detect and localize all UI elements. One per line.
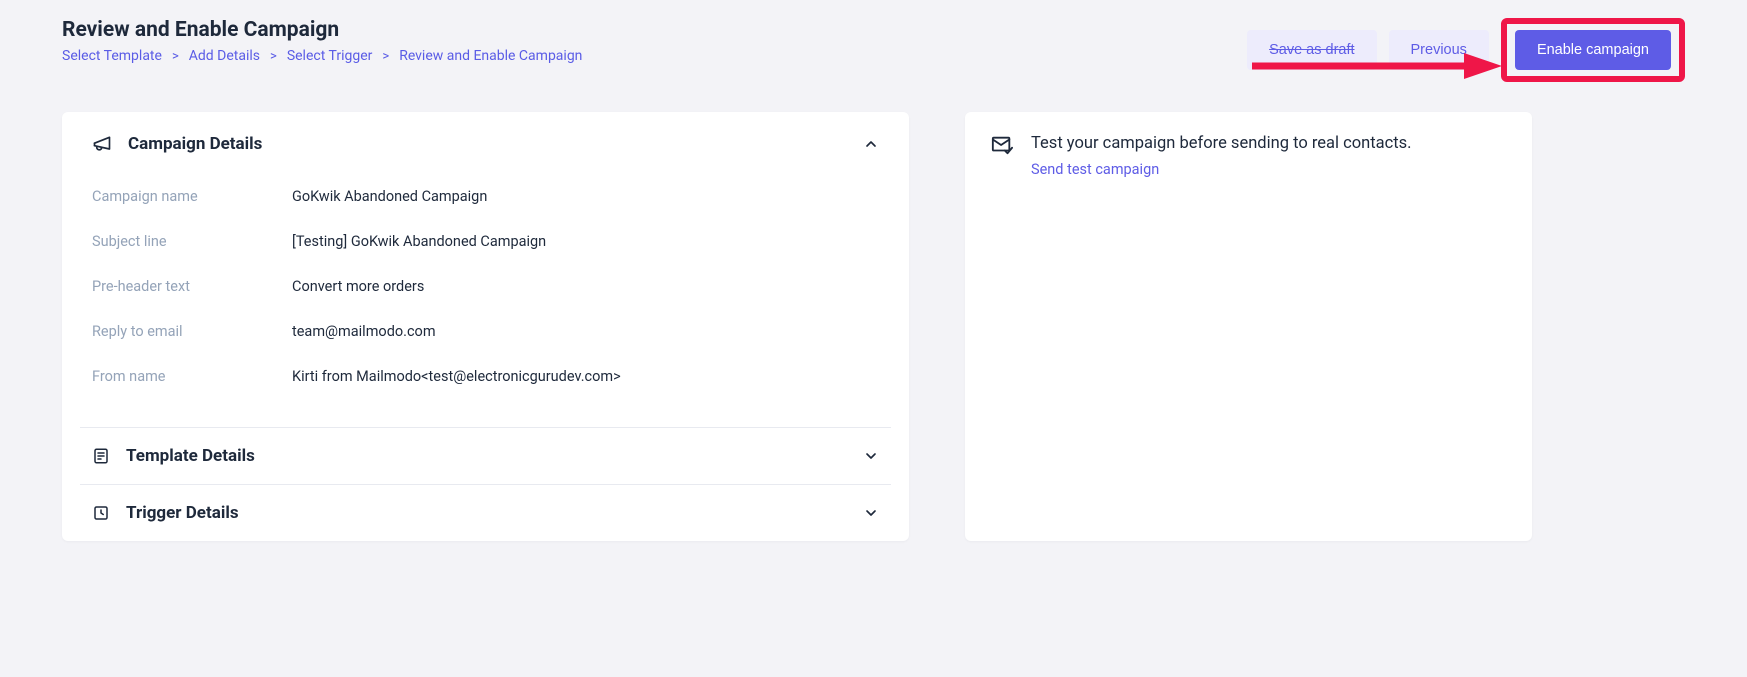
campaign-details-section-header[interactable]: Campaign Details [62,112,909,170]
breadcrumb: Select Template > Add Details > Select T… [62,48,582,64]
detail-label: Pre-header text [92,278,292,295]
detail-value: Kirti from Mailmodo<test@electronicgurud… [292,368,621,385]
save-as-draft-button[interactable]: Save as draft [1247,30,1376,70]
trigger-details-section-header[interactable]: Trigger Details [62,485,909,541]
detail-label: Subject line [92,233,292,250]
test-campaign-card: Test your campaign before sending to rea… [965,112,1532,541]
detail-value: Convert more orders [292,278,424,295]
detail-value: [Testing] GoKwik Abandoned Campaign [292,233,546,250]
megaphone-icon [92,134,112,154]
trigger-details-title: Trigger Details [126,503,847,523]
detail-value: GoKwik Abandoned Campaign [292,188,487,205]
detail-row: Reply to email team@mailmodo.com [92,309,879,354]
template-icon [92,447,110,465]
test-campaign-text: Test your campaign before sending to rea… [1031,134,1412,153]
review-details-card: Campaign Details Campaign name GoKwik Ab… [62,112,909,541]
chevron-right-icon: > [270,49,277,64]
trigger-icon [92,504,110,522]
template-details-title: Template Details [126,446,847,466]
detail-value: team@mailmodo.com [292,323,436,340]
breadcrumb-item-add-details[interactable]: Add Details [189,48,260,64]
enable-campaign-button[interactable]: Enable campaign [1515,30,1671,70]
previous-button[interactable]: Previous [1389,30,1489,70]
enable-campaign-highlight: Enable campaign [1501,18,1685,82]
mail-check-icon [991,134,1013,156]
chevron-up-icon [863,136,879,152]
detail-row: Campaign name GoKwik Abandoned Campaign [92,174,879,219]
campaign-details-title: Campaign Details [128,134,847,154]
send-test-campaign-link[interactable]: Send test campaign [1031,161,1412,178]
template-details-section-header[interactable]: Template Details [62,428,909,484]
breadcrumb-item-review[interactable]: Review and Enable Campaign [399,48,582,64]
breadcrumb-item-select-template[interactable]: Select Template [62,48,162,64]
breadcrumb-item-select-trigger[interactable]: Select Trigger [287,48,373,64]
detail-label: Campaign name [92,188,292,205]
chevron-right-icon: > [382,49,389,64]
chevron-down-icon [863,448,879,464]
campaign-details-body: Campaign name GoKwik Abandoned Campaign … [62,170,909,427]
detail-row: Subject line [Testing] GoKwik Abandoned … [92,219,879,264]
detail-row: From name Kirti from Mailmodo<test@elect… [92,354,879,399]
chevron-right-icon: > [172,49,179,64]
detail-label: Reply to email [92,323,292,340]
detail-label: From name [92,368,292,385]
detail-row: Pre-header text Convert more orders [92,264,879,309]
page-title: Review and Enable Campaign [62,18,582,42]
chevron-down-icon [863,505,879,521]
